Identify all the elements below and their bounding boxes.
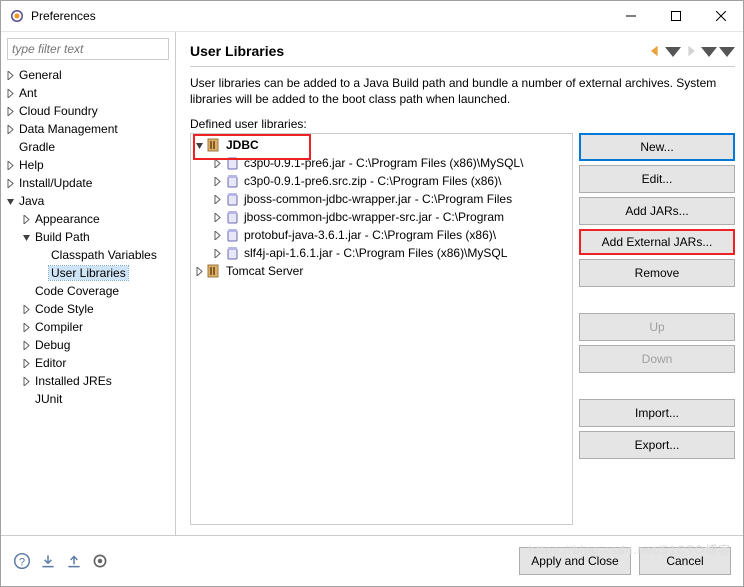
page-description: User libraries can be added to a Java Bu… bbox=[190, 75, 735, 107]
jar-item[interactable]: protobuf-java-3.6.1.jar - C:\Program Fil… bbox=[243, 228, 497, 242]
expand-icon[interactable] bbox=[3, 161, 17, 170]
preferences-sidebar: General Ant Cloud Foundry Data Managemen… bbox=[1, 32, 176, 535]
tree-item-appearance[interactable]: Appearance bbox=[33, 212, 102, 226]
tree-item-code-coverage[interactable]: Code Coverage bbox=[33, 284, 121, 298]
tree-item-editor[interactable]: Editor bbox=[33, 356, 68, 370]
app-icon bbox=[9, 8, 25, 24]
jar-item[interactable]: jboss-common-jdbc-wrapper-src.jar - C:\P… bbox=[243, 210, 505, 224]
remove-button[interactable]: Remove bbox=[579, 259, 735, 287]
jar-item[interactable]: jboss-common-jdbc-wrapper.jar - C:\Progr… bbox=[243, 192, 513, 206]
back-icon[interactable] bbox=[647, 43, 663, 59]
tree-item-cloud-foundry[interactable]: Cloud Foundry bbox=[17, 104, 100, 118]
tree-item-ant[interactable]: Ant bbox=[17, 86, 39, 100]
maximize-button[interactable] bbox=[653, 2, 698, 31]
tree-item-installed-jres[interactable]: Installed JREs bbox=[33, 374, 114, 388]
jar-icon bbox=[225, 173, 241, 189]
expand-icon[interactable] bbox=[209, 231, 225, 240]
jar-item[interactable]: slf4j-api-1.6.1.jar - C:\Program Files (… bbox=[243, 246, 508, 260]
close-button[interactable] bbox=[698, 2, 743, 31]
expand-icon[interactable] bbox=[3, 107, 17, 116]
expand-icon[interactable] bbox=[3, 71, 17, 80]
window-titlebar: Preferences bbox=[1, 1, 743, 32]
tree-item-gradle[interactable]: Gradle bbox=[17, 140, 57, 154]
jar-icon bbox=[225, 155, 241, 171]
forward-icon[interactable] bbox=[683, 43, 699, 59]
jar-icon bbox=[225, 245, 241, 261]
add-external-jars-button[interactable]: Add External JARs... bbox=[579, 229, 735, 255]
collapse-icon[interactable] bbox=[19, 233, 33, 242]
lib-tomcat[interactable]: Tomcat Server bbox=[225, 264, 304, 278]
tree-item-compiler[interactable]: Compiler bbox=[33, 320, 85, 334]
down-button[interactable]: Down bbox=[579, 345, 735, 373]
help-icon[interactable]: ? bbox=[13, 552, 31, 570]
dialog-footer: ? Apply and Close Cancel bbox=[1, 535, 743, 586]
back-menu-icon[interactable] bbox=[665, 43, 681, 59]
expand-icon[interactable] bbox=[19, 305, 33, 314]
add-jars-button[interactable]: Add JARs... bbox=[579, 197, 735, 225]
window-title: Preferences bbox=[31, 9, 96, 23]
expand-icon[interactable] bbox=[19, 323, 33, 332]
import-button[interactable]: Import... bbox=[579, 399, 735, 427]
import-prefs-icon[interactable] bbox=[39, 552, 57, 570]
page-title: User Libraries bbox=[190, 43, 647, 59]
expand-icon[interactable] bbox=[19, 341, 33, 350]
library-icon bbox=[207, 137, 223, 153]
tree-item-code-style[interactable]: Code Style bbox=[33, 302, 96, 316]
view-menu-icon[interactable] bbox=[719, 43, 735, 59]
expand-icon[interactable] bbox=[209, 213, 225, 222]
jar-item[interactable]: c3p0-0.9.1-pre6.src.zip - C:\Program Fil… bbox=[243, 174, 502, 188]
forward-menu-icon[interactable] bbox=[701, 43, 717, 59]
library-buttons: New... Edit... Add JARs... Add External … bbox=[579, 133, 735, 525]
new-button[interactable]: New... bbox=[579, 133, 735, 161]
cancel-button[interactable]: Cancel bbox=[639, 547, 731, 575]
jar-icon bbox=[225, 209, 241, 225]
filter-input[interactable] bbox=[7, 38, 169, 60]
expand-icon[interactable] bbox=[209, 195, 225, 204]
svg-text:?: ? bbox=[19, 557, 25, 569]
expand-icon[interactable] bbox=[209, 177, 225, 186]
tree-item-classpath-variables[interactable]: Classpath Variables bbox=[49, 248, 159, 262]
collapse-icon[interactable] bbox=[3, 197, 17, 206]
expand-icon[interactable] bbox=[19, 359, 33, 368]
tree-item-install-update[interactable]: Install/Update bbox=[17, 176, 94, 190]
tree-item-debug[interactable]: Debug bbox=[33, 338, 72, 352]
expand-icon[interactable] bbox=[19, 377, 33, 386]
preferences-tree[interactable]: General Ant Cloud Foundry Data Managemen… bbox=[1, 66, 175, 535]
user-libraries-tree[interactable]: JDBC c3p0-0.9.1-pre6.jar - C:\Program Fi… bbox=[190, 133, 573, 525]
defined-libraries-label: Defined user libraries: bbox=[190, 117, 735, 131]
edit-button[interactable]: Edit... bbox=[579, 165, 735, 193]
page-toolbar bbox=[647, 43, 735, 59]
library-icon bbox=[207, 263, 223, 279]
expand-icon[interactable] bbox=[3, 179, 17, 188]
jar-icon bbox=[225, 191, 241, 207]
expand-icon[interactable] bbox=[191, 267, 207, 276]
tree-item-user-libraries[interactable]: User Libraries bbox=[49, 266, 128, 280]
export-button[interactable]: Export... bbox=[579, 431, 735, 459]
jar-icon bbox=[225, 227, 241, 243]
tree-item-java[interactable]: Java bbox=[17, 194, 46, 208]
minimize-button[interactable] bbox=[608, 2, 653, 31]
expand-icon[interactable] bbox=[209, 249, 225, 258]
apply-and-close-button[interactable]: Apply and Close bbox=[519, 547, 631, 575]
tree-item-build-path[interactable]: Build Path bbox=[33, 230, 92, 244]
filter-wrap bbox=[7, 38, 169, 60]
tree-item-general[interactable]: General bbox=[17, 68, 64, 82]
preferences-page: User Libraries User libraries can be add… bbox=[176, 32, 743, 535]
expand-icon[interactable] bbox=[3, 125, 17, 134]
expand-icon[interactable] bbox=[3, 89, 17, 98]
lib-jdbc[interactable]: JDBC bbox=[225, 138, 260, 152]
tree-item-data-management[interactable]: Data Management bbox=[17, 122, 120, 136]
jar-item[interactable]: c3p0-0.9.1-pre6.jar - C:\Program Files (… bbox=[243, 156, 524, 170]
collapse-icon[interactable] bbox=[191, 141, 207, 150]
up-button[interactable]: Up bbox=[579, 313, 735, 341]
tree-item-junit[interactable]: JUnit bbox=[33, 392, 64, 406]
tree-item-help[interactable]: Help bbox=[17, 158, 46, 172]
export-prefs-icon[interactable] bbox=[65, 552, 83, 570]
expand-icon[interactable] bbox=[209, 159, 225, 168]
oomph-icon[interactable] bbox=[91, 552, 109, 570]
expand-icon[interactable] bbox=[19, 215, 33, 224]
